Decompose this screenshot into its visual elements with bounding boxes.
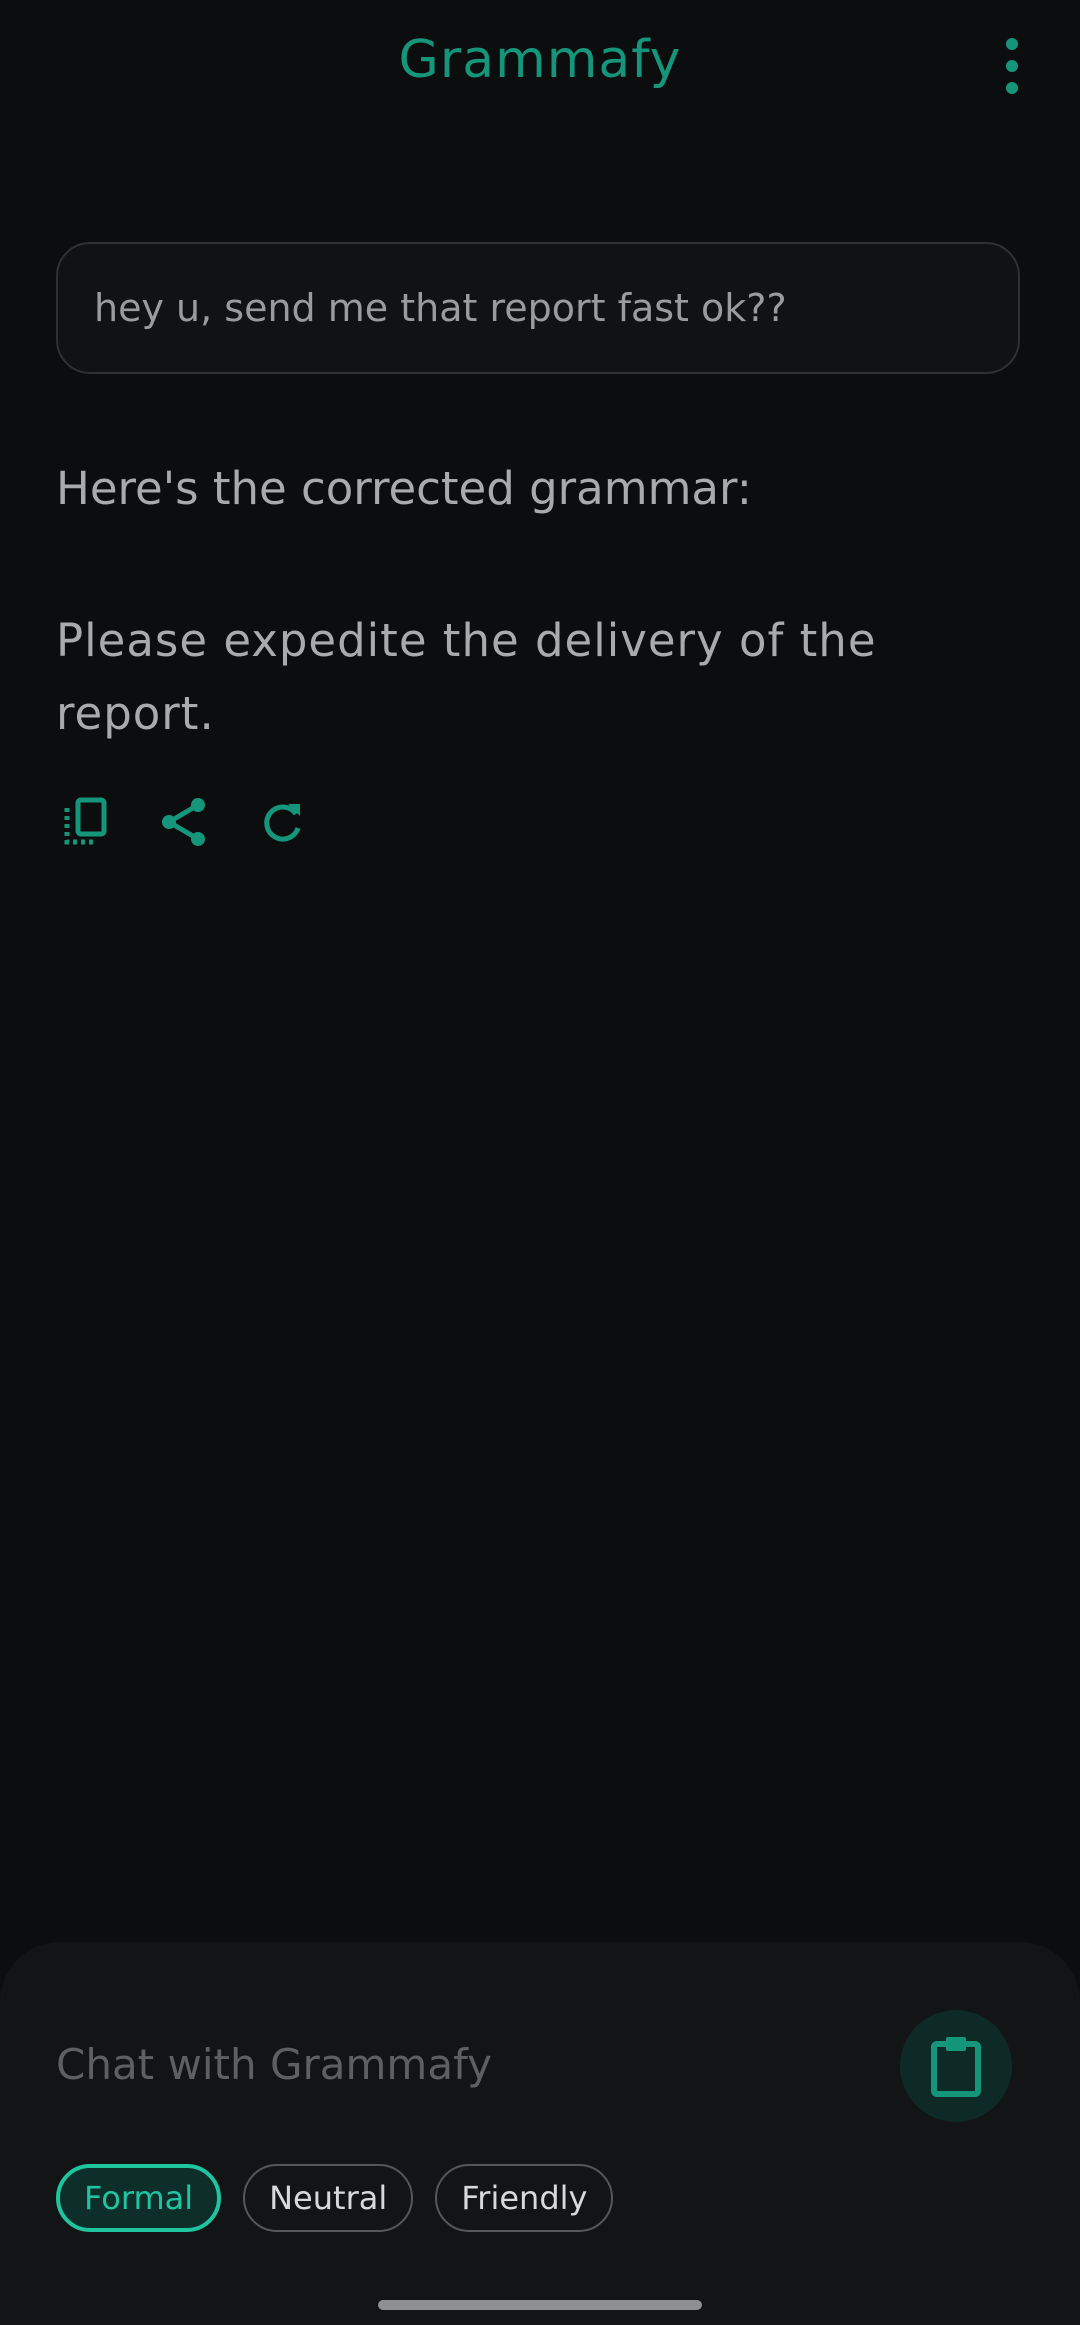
share-icon[interactable] (158, 796, 210, 848)
more-vert-icon[interactable] (996, 38, 1028, 94)
screen: Grammafy hey u, send me that report fast… (0, 0, 1080, 2325)
chip-formal[interactable]: Formal (56, 2164, 222, 2232)
chat-panel (0, 1942, 1080, 2325)
chip-friendly[interactable]: Friendly (435, 2164, 614, 2232)
clipboard-icon (931, 2037, 981, 2097)
input-text-value: hey u, send me that report fast ok?? (94, 286, 787, 330)
copy-icon[interactable] (60, 796, 112, 848)
tone-chips: Formal Neutral Friendly (56, 2164, 614, 2232)
corrected-text: Please expedite the delivery of the repo… (56, 614, 877, 740)
home-indicator[interactable] (378, 2300, 702, 2310)
menu-dot (1006, 60, 1018, 72)
chip-neutral[interactable]: Neutral (243, 2164, 414, 2232)
menu-dot (1006, 82, 1018, 94)
menu-dot (1006, 38, 1018, 50)
chat-input[interactable]: Chat with Grammafy (56, 2040, 492, 2089)
input-text-field[interactable]: hey u, send me that report fast ok?? (56, 242, 1020, 374)
clipboard-button[interactable] (900, 2010, 1012, 2122)
refresh-icon[interactable] (256, 796, 308, 848)
result-actions (60, 796, 308, 848)
result-heading: Here's the corrected grammar: (56, 462, 752, 515)
app-title: Grammafy (398, 30, 682, 90)
